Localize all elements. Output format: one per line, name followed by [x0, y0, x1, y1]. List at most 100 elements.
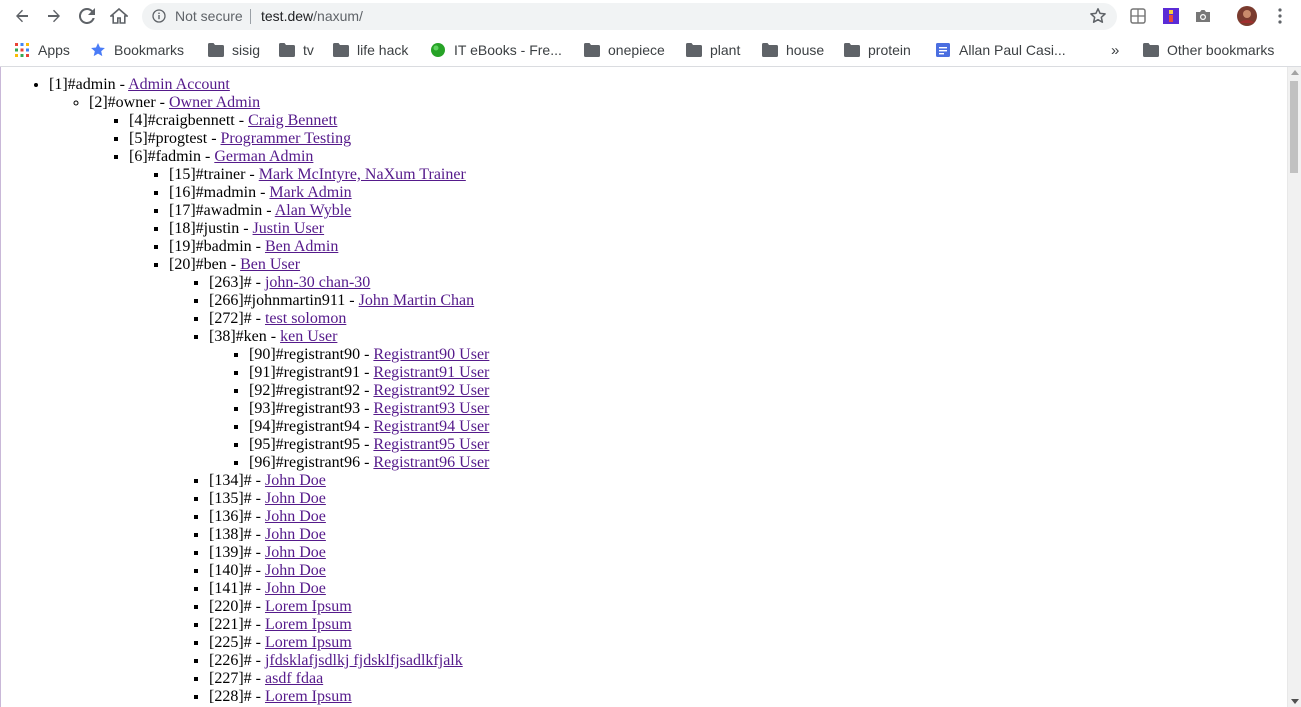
bookmark-label: onepiece [608, 42, 665, 58]
user-link[interactable]: Registrant92 User [373, 382, 489, 399]
user-link[interactable]: John Doe [265, 490, 326, 507]
user-tree: [1]#admin - Admin Account [2]#owner - Ow… [1, 76, 1289, 706]
bookmark-label: Bookmarks [114, 42, 185, 58]
bookmark-bookmarks[interactable]: Bookmarks [90, 40, 184, 60]
user-link[interactable]: jfdsklafjsdlkj fjdsklfjsadlkfjalk [265, 652, 463, 669]
star-icon [91, 43, 105, 57]
bookmark-label: Apps [38, 42, 70, 58]
user-link[interactable]: John Doe [265, 472, 326, 489]
node-prefix: [92]#registrant92 - [249, 382, 374, 399]
user-link[interactable]: ken User [280, 328, 337, 345]
user-link[interactable]: John Doe [265, 526, 326, 543]
node-prefix: [20]#ben - [169, 256, 241, 273]
tree-node-owner: [2]#owner - Owner Admin [4]#craigbennett… [89, 94, 1289, 706]
grid-extension-icon [1130, 8, 1146, 24]
user-link[interactable]: Registrant96 User [373, 454, 489, 471]
user-link[interactable]: John Doe [265, 544, 326, 561]
user-link[interactable]: John Martin Chan [359, 292, 475, 309]
user-link[interactable]: Registrant90 User [373, 346, 489, 363]
bookmark-folder-plant[interactable]: plant [686, 40, 740, 60]
bookmark-label: life hack [357, 42, 409, 58]
home-icon [110, 8, 128, 24]
scroll-down-arrow-icon[interactable] [1291, 699, 1299, 704]
node-prefix: [17]#awadmin - [169, 202, 275, 219]
user-link[interactable]: asdf fdaa [265, 670, 323, 687]
bookmark-star-icon[interactable] [1089, 7, 1107, 25]
bookmark-apps[interactable]: Apps [14, 40, 70, 60]
user-link[interactable]: Mark McIntyre, NaXum Trainer [259, 166, 466, 183]
node-prefix: [141]# - [209, 580, 265, 597]
tree-node: [134]# - John Doe [209, 472, 1289, 490]
user-link[interactable]: Alan Wyble [275, 202, 352, 219]
security-label[interactable]: Not secure [175, 8, 243, 24]
user-link[interactable]: Justin User [253, 220, 325, 237]
node-prefix: [19]#badmin - [169, 238, 265, 255]
bookmark-it-ebooks[interactable]: IT eBooks - Fre... [430, 40, 562, 60]
screenshot-extension-button[interactable] [1193, 6, 1213, 26]
user-link[interactable]: John Doe [265, 580, 326, 597]
url-text[interactable]: test.dew/naxum/ [261, 8, 363, 24]
reload-button[interactable] [75, 5, 99, 27]
more-vertical-icon [1278, 8, 1282, 24]
tree-node: [138]# - John Doe [209, 526, 1289, 544]
user-link[interactable]: Ben Admin [265, 238, 338, 255]
other-bookmarks[interactable]: Other bookmarks [1143, 40, 1274, 60]
user-link[interactable]: John Doe [265, 508, 326, 525]
tree-node: [17]#awadmin - Alan Wyble [169, 202, 1289, 220]
user-link[interactable]: Registrant93 User [373, 400, 489, 417]
tree-children: [90]#registrant90 - Registrant90 User [9… [209, 346, 1289, 472]
bookmark-folder-tv[interactable]: tv [279, 40, 314, 60]
folder-icon [686, 43, 702, 57]
tree-node: [19]#badmin - Ben Admin [169, 238, 1289, 256]
home-button[interactable] [107, 5, 131, 27]
bookmark-folder-house[interactable]: house [762, 40, 824, 60]
tree-node: [4]#craigbennett - Craig Bennett [129, 112, 1289, 130]
tree-node: [91]#registrant91 - Registrant91 User [249, 364, 1289, 382]
browser-menu-button[interactable] [1270, 6, 1290, 26]
address-bar[interactable]: Not secure test.dew/naxum/ [142, 3, 1117, 30]
tree-node: [92]#registrant92 - Registrant92 User [249, 382, 1289, 400]
forward-button[interactable] [42, 5, 66, 27]
bookmark-folder-life-hack[interactable]: life hack [333, 40, 408, 60]
user-link[interactable]: john-30 chan-30 [265, 274, 370, 291]
user-link[interactable]: Owner Admin [169, 94, 260, 111]
tree-node: [266]#johnmartin911 - John Martin Chan [209, 292, 1289, 310]
profile-avatar-button[interactable] [1237, 6, 1257, 26]
tree-node: [136]# - John Doe [209, 508, 1289, 526]
extension-grid-button[interactable] [1128, 6, 1148, 26]
user-link[interactable]: Lorem Ipsum [265, 688, 352, 705]
tree-node: [220]# - Lorem Ipsum [209, 598, 1289, 616]
scrollbar-thumb[interactable] [1290, 81, 1298, 173]
bookmarks-overflow-button[interactable]: » [1111, 40, 1119, 60]
user-link[interactable]: German Admin [214, 148, 313, 165]
user-link[interactable]: Admin Account [128, 76, 230, 93]
user-link[interactable]: Ben User [240, 256, 300, 273]
back-button[interactable] [10, 5, 34, 27]
bookmark-folder-onepiece[interactable]: onepiece [584, 40, 665, 60]
user-link[interactable]: Programmer Testing [221, 130, 352, 147]
user-link[interactable]: Lorem Ipsum [265, 634, 352, 651]
info-icon[interactable] [152, 9, 166, 23]
camera-icon [1196, 10, 1210, 22]
apps-grid-icon [15, 43, 29, 57]
user-link[interactable]: Mark Admin [269, 184, 351, 201]
user-link[interactable]: test solomon [265, 310, 346, 327]
tree-node: [226]# - jfdsklafjsdlkj fjdsklfjsadlkfja… [209, 652, 1289, 670]
user-link[interactable]: Registrant91 User [373, 364, 489, 381]
scroll-up-arrow-icon[interactable] [1291, 70, 1299, 75]
user-link[interactable]: Craig Bennett [248, 112, 337, 129]
user-link[interactable]: John Doe [265, 562, 326, 579]
tree-node: [5]#progtest - Programmer Testing [129, 130, 1289, 148]
bookmark-label: house [786, 42, 825, 58]
user-link[interactable]: Lorem Ipsum [265, 598, 352, 615]
bookmark-allan-paul[interactable]: Allan Paul Casi... [935, 40, 1066, 60]
user-link[interactable]: Registrant95 User [373, 436, 489, 453]
bookmark-folder-sisig[interactable]: sisig [208, 40, 260, 60]
user-link[interactable]: Lorem Ipsum [265, 616, 352, 633]
folder-icon [279, 43, 295, 57]
tree-node: [95]#registrant95 - Registrant95 User [249, 436, 1289, 454]
user-link[interactable]: Registrant94 User [373, 418, 489, 435]
page-scrollbar[interactable] [1287, 67, 1301, 707]
bookmark-folder-protein[interactable]: protein [844, 40, 911, 60]
extension-colorful-button[interactable] [1161, 6, 1181, 26]
